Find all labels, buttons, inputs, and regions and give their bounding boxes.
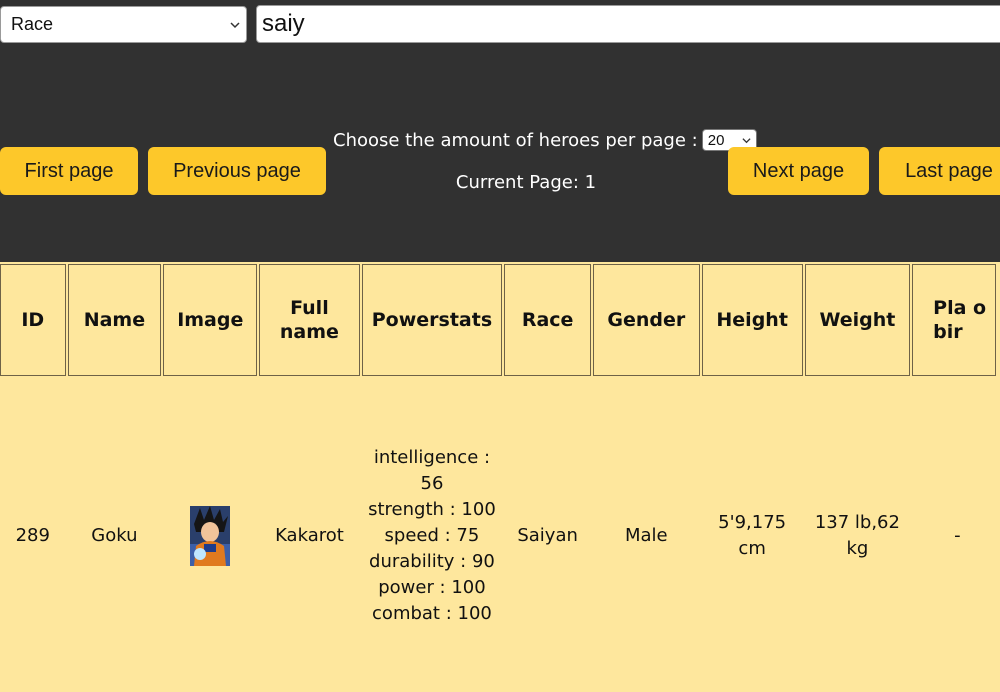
- stat-strength: strength : 100: [368, 499, 496, 520]
- header-height: Height: [701, 264, 803, 376]
- last-page-button[interactable]: Last page: [879, 147, 1000, 195]
- first-page-button[interactable]: First page: [0, 147, 138, 195]
- previous-page-button[interactable]: Previous page: [148, 147, 326, 195]
- header-full-name: Full name: [259, 264, 360, 376]
- per-page-label: Choose the amount of heroes per page :: [333, 129, 698, 151]
- cell-image: [163, 378, 257, 692]
- next-page-button[interactable]: Next page: [728, 147, 869, 195]
- header-race: Race: [504, 264, 591, 376]
- header-id: ID: [0, 264, 66, 376]
- heroes-table: ID Name Image Full name Powerstats Race …: [0, 262, 998, 692]
- cell-powerstats: intelligence : 56 strength : 100 speed :…: [362, 378, 503, 692]
- header-gender: Gender: [592, 264, 700, 376]
- stat-durability: durability : 90: [369, 551, 495, 572]
- cell-weight: 137 lb,62 kg: [814, 512, 900, 559]
- search-input[interactable]: [256, 5, 1000, 43]
- per-page-control: Choose the amount of heroes per page : 2…: [333, 127, 757, 153]
- stat-intelligence: intelligence : 56: [373, 447, 491, 494]
- search-field-select[interactable]: Race: [0, 6, 247, 43]
- header-powerstats: Powerstats: [361, 264, 503, 376]
- cell-name: Goku: [91, 525, 138, 546]
- goku-portrait-icon: [190, 506, 231, 566]
- cell-id: 289: [15, 525, 50, 546]
- stat-power: power : 100: [378, 577, 486, 598]
- filter-bar: Race: [0, 0, 1000, 48]
- cell-place-of-birth: -: [954, 525, 961, 546]
- chevron-down-icon: [230, 22, 240, 29]
- header-place-of-birth: Pla o bir: [912, 264, 996, 376]
- heroes-table-area: ID Name Image Full name Powerstats Race …: [0, 262, 1000, 692]
- stat-combat: combat : 100: [372, 603, 492, 624]
- cell-race: Saiyan: [517, 525, 578, 546]
- table-header-row: ID Name Image Full name Powerstats Race …: [0, 264, 996, 376]
- chevron-down-icon: [742, 138, 751, 144]
- header-weight: Weight: [804, 264, 911, 376]
- cell-gender: Male: [624, 525, 668, 546]
- cell-height: 5'9,175 cm: [718, 512, 787, 559]
- header-name: Name: [67, 264, 162, 376]
- search-field-select-value: Race: [11, 14, 54, 34]
- table-row: 289 Goku Kakarot intelligence : 56 stren…: [0, 378, 996, 692]
- current-page-indicator: Current Page: 1: [455, 172, 597, 193]
- cell-full-name: Kakarot: [275, 525, 344, 546]
- header-image: Image: [163, 264, 258, 376]
- per-page-select-value: 20: [707, 131, 725, 149]
- stat-speed: speed : 75: [384, 525, 480, 546]
